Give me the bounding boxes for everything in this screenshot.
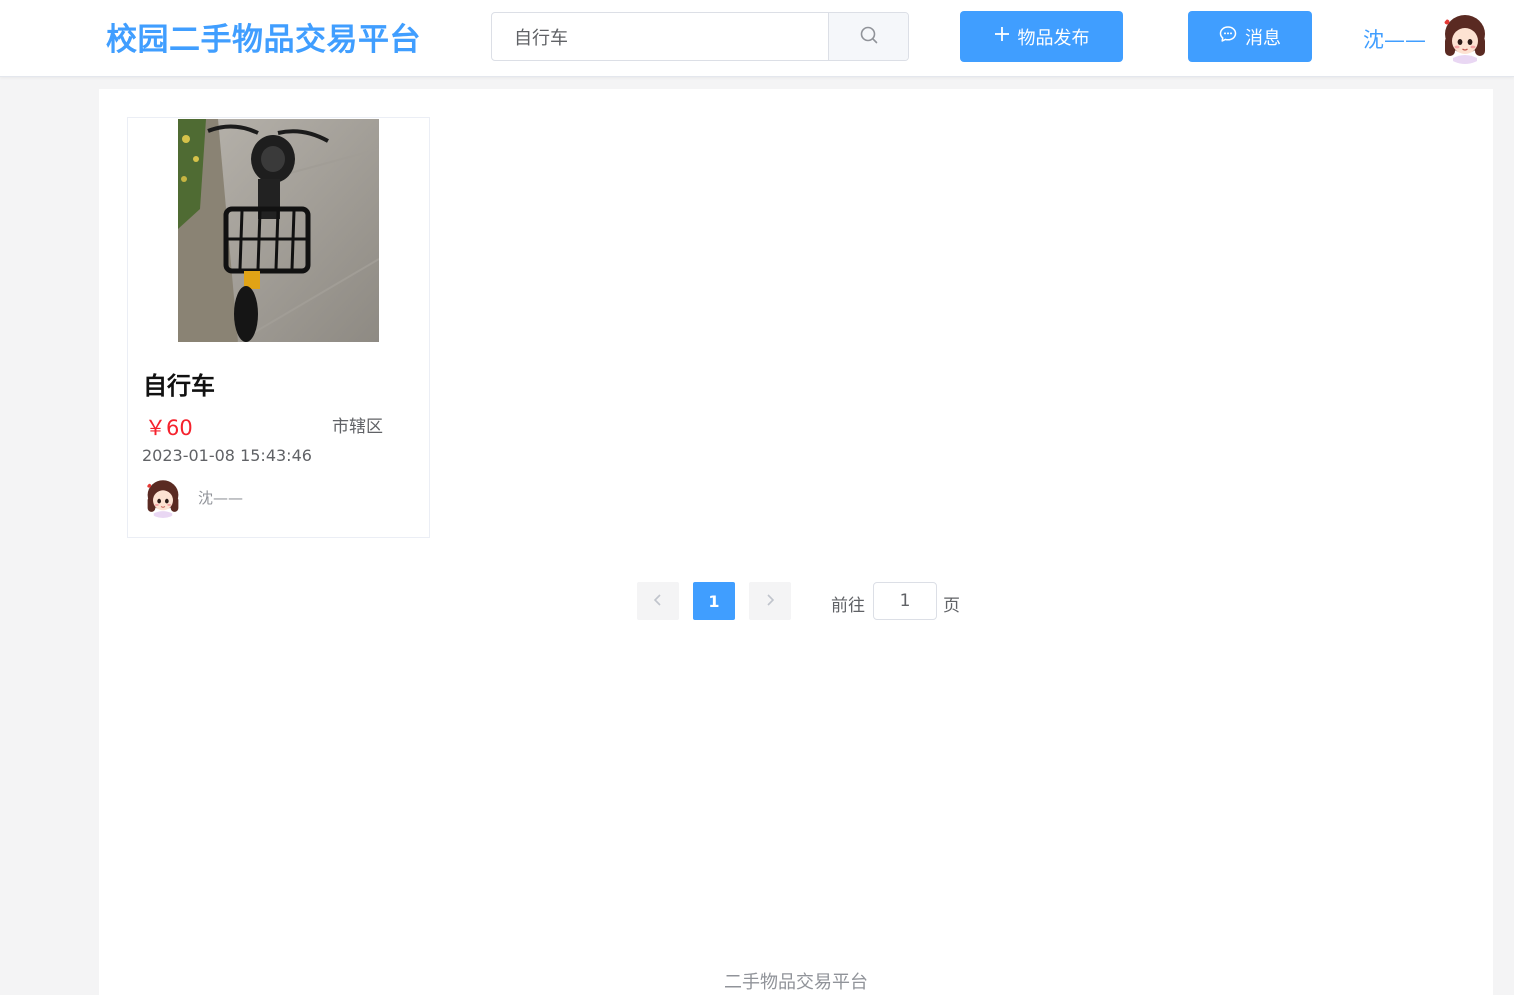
top-header: 校园二手物品交易平台 物品发布 xyxy=(0,0,1514,77)
search-box xyxy=(491,12,909,61)
plus-icon xyxy=(994,26,1010,47)
search-input[interactable] xyxy=(492,13,828,60)
user-name[interactable]: 沈—— xyxy=(1363,24,1426,54)
item-time: 2023-01-08 15:43:46 xyxy=(142,446,312,465)
goto-label: 前往 xyxy=(831,596,865,616)
item-price: ￥60 xyxy=(145,416,193,440)
search-icon xyxy=(859,25,879,49)
search-button[interactable] xyxy=(828,13,908,60)
item-title[interactable]: 自行车 xyxy=(143,366,215,401)
publish-label: 物品发布 xyxy=(1017,27,1090,49)
publish-item-button[interactable]: 物品发布 xyxy=(960,11,1123,62)
messages-label: 消息 xyxy=(1245,27,1281,49)
item-photo[interactable] xyxy=(178,119,379,342)
seller-avatar[interactable] xyxy=(143,478,183,518)
item-seller[interactable]: 沈—— xyxy=(198,487,243,508)
messages-button[interactable]: 消息 xyxy=(1188,11,1312,62)
footer-text: 二手物品交易平台 xyxy=(724,972,868,993)
page-number-current[interactable]: 1 xyxy=(693,582,735,620)
item-region: 市辖区 xyxy=(332,417,383,437)
chat-bubble-icon xyxy=(1219,25,1237,48)
next-page-button[interactable] xyxy=(749,582,791,620)
prev-page-button[interactable] xyxy=(637,582,679,620)
goto-suffix: 页 xyxy=(943,596,960,616)
user-avatar[interactable] xyxy=(1439,12,1491,64)
chevron-right-icon xyxy=(764,592,776,611)
goto-page-input[interactable] xyxy=(873,582,937,620)
main-content: 自行车 ￥60 市辖区 2023-01-08 15:43:46 沈—— 1 前往… xyxy=(99,89,1493,995)
chevron-left-icon xyxy=(652,592,664,611)
site-logo[interactable]: 校园二手物品交易平台 xyxy=(106,14,421,59)
item-card[interactable]: 自行车 ￥60 市辖区 2023-01-08 15:43:46 沈—— xyxy=(127,117,430,538)
